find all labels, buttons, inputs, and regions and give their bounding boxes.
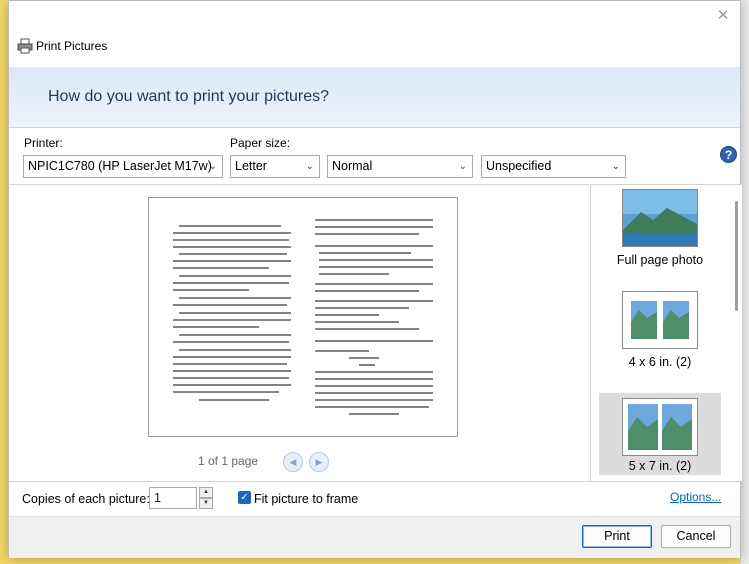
chevron-down-icon: ⌄ [305,161,314,172]
layout-label: 4 x 6 in. (2) [628,355,692,369]
next-page-button[interactable]: ▶ [309,452,329,472]
title-bar: Print Pictures ✕ [9,1,740,67]
layout-item-5x7[interactable]: 5 x 7 in. (2) [599,393,721,475]
landscape-photo-thumbnail [622,189,698,247]
printer-label: Printer: [24,136,63,150]
chevron-down-icon: ⌄ [208,161,217,172]
chevron-down-icon: ⌄ [611,161,620,172]
document-preview-image [173,219,433,415]
options-link[interactable]: Options... [670,490,721,504]
header-banner: How do you want to print your pictures? [9,67,740,128]
layout-list: Full page photo 4 x 6 in. (2) 5 x 7 in. … [590,184,742,481]
printer-select[interactable]: NPIC1C780 (HP LaserJet M17w) ⌄ [23,155,223,178]
copies-input[interactable]: 1 [149,487,197,509]
cancel-button[interactable]: Cancel [661,525,731,548]
quality-select-value: Normal [332,159,373,173]
window-title: Print Pictures [36,39,108,53]
layout-label: 5 x 7 in. (2) [628,459,692,473]
arrow-left-icon: ◀ [289,457,297,467]
decrement-button[interactable]: ▼ [199,498,213,509]
print-pictures-dialog: Print Pictures ✕ How do you want to prin… [8,0,742,558]
arrow-right-icon: ▶ [315,457,323,467]
paper-type-select[interactable]: Unspecified ⌄ [481,155,626,178]
printer-icon [17,38,33,54]
checkmark-icon: ✓ [240,492,249,503]
two-photo-thumbnail [622,398,698,456]
paper-size-label: Paper size: [230,136,291,150]
layout-item-4x6[interactable]: 4 x 6 in. (2) [599,291,721,373]
two-photo-thumbnail [622,291,698,349]
page-indicator: 1 of 1 page [198,454,259,468]
previous-page-button[interactable]: ◀ [283,452,303,472]
fit-picture-checkbox[interactable]: ✓ [238,491,251,504]
paper-size-select[interactable]: Letter ⌄ [230,155,320,178]
printer-select-value: NPIC1C780 (HP LaserJet M17w) [28,159,212,173]
increment-button[interactable]: ▲ [199,487,213,498]
layout-list-scrollbar[interactable] [735,201,738,311]
print-button[interactable]: Print [582,525,652,548]
fit-picture-label: Fit picture to frame [254,492,359,506]
paper-size-select-value: Letter [235,159,267,173]
copies-stepper: ▲ ▼ [199,487,213,509]
close-button[interactable]: ✕ [712,5,734,27]
header-question: How do you want to print your pictures? [48,88,330,105]
preview-page [148,197,458,437]
chevron-down-icon: ⌄ [458,161,467,172]
paper-type-select-value: Unspecified [486,159,552,173]
layout-item-full-page[interactable]: Full page photo [599,189,721,271]
close-icon: ✕ [716,7,730,24]
layout-label: Full page photo [616,253,704,267]
copies-label: Copies of each picture: [22,492,150,506]
help-icon[interactable]: ? [720,146,737,163]
quality-select[interactable]: Normal ⌄ [327,155,473,178]
